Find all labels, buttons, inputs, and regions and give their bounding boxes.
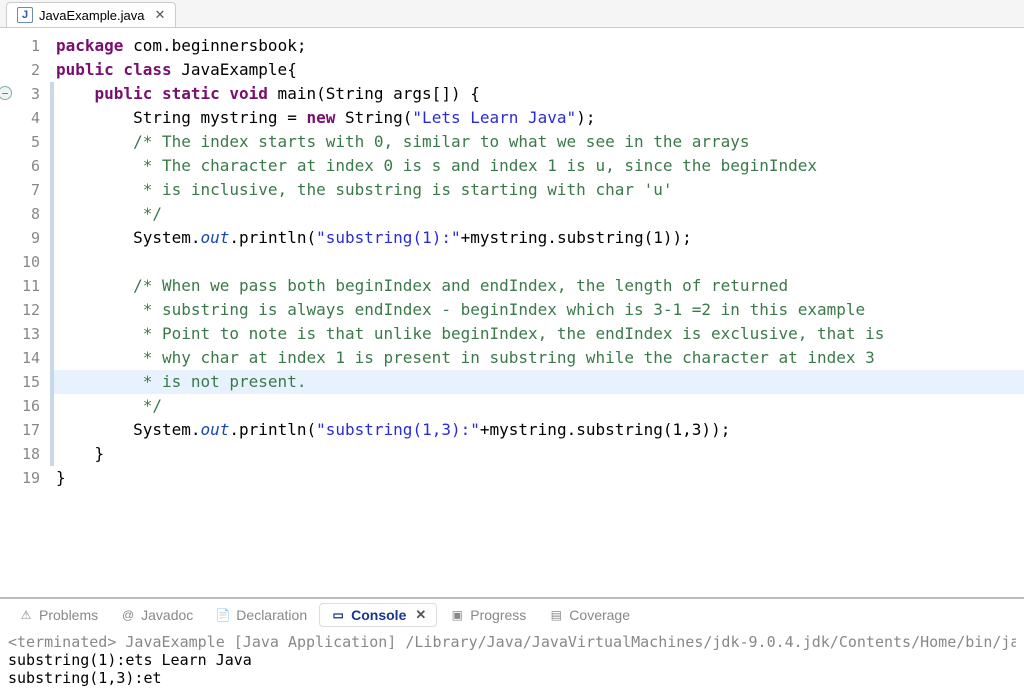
line-number: 2 bbox=[0, 58, 50, 82]
code-editor[interactable]: 123−45678910111213141516171819 package c… bbox=[0, 28, 1024, 597]
console-icon: ▭ bbox=[330, 607, 346, 623]
code-line[interactable]: } bbox=[50, 442, 1024, 466]
line-number: 10 bbox=[0, 250, 50, 274]
line-number: 13 bbox=[0, 322, 50, 346]
line-number: 15 bbox=[0, 370, 50, 394]
line-number: 16 bbox=[0, 394, 50, 418]
problems-icon: ⚠ bbox=[18, 607, 34, 623]
view-tab-console[interactable]: ▭ Console ✕ bbox=[319, 603, 437, 627]
line-number: 18 bbox=[0, 442, 50, 466]
code-line[interactable]: /* The index starts with 0, similar to w… bbox=[50, 130, 1024, 154]
line-number: 17 bbox=[0, 418, 50, 442]
code-line[interactable]: * substring is always endIndex - beginIn… bbox=[50, 298, 1024, 322]
code-line[interactable]: * is not present. bbox=[50, 370, 1024, 394]
console-output: substring(1):ets Learn Javasubstring(1,3… bbox=[8, 651, 1016, 687]
console-area: <terminated> JavaExample [Java Applicati… bbox=[0, 631, 1024, 695]
line-number: 12 bbox=[0, 298, 50, 322]
view-tab-progress[interactable]: ▣ Progress bbox=[439, 604, 536, 626]
line-number: 9 bbox=[0, 226, 50, 250]
line-number: 11 bbox=[0, 274, 50, 298]
view-tab-declaration[interactable]: 📄 Declaration bbox=[205, 604, 317, 626]
code-line[interactable]: */ bbox=[50, 394, 1024, 418]
code-line[interactable]: */ bbox=[50, 202, 1024, 226]
view-tab-label: Declaration bbox=[236, 607, 307, 623]
view-tab-label: Progress bbox=[470, 607, 526, 623]
code-line[interactable]: package com.beginnersbook; bbox=[50, 34, 1024, 58]
bottom-panel: ⚠ Problems @ Javadoc 📄 Declaration ▭ Console ✕ ▣ P… bbox=[0, 597, 1024, 695]
line-number: 5 bbox=[0, 130, 50, 154]
line-number: 3− bbox=[0, 82, 50, 106]
view-tab-coverage[interactable]: ▤ Coverage bbox=[538, 604, 640, 626]
view-tab-label: Console bbox=[351, 607, 406, 623]
code-line[interactable]: public static void main(String args[]) { bbox=[50, 82, 1024, 106]
line-number: 14 bbox=[0, 346, 50, 370]
view-tab-problems[interactable]: ⚠ Problems bbox=[8, 604, 108, 626]
line-number-gutter: 123−45678910111213141516171819 bbox=[0, 28, 50, 597]
view-tab-label: Javadoc bbox=[141, 607, 193, 623]
line-number: 1 bbox=[0, 34, 50, 58]
progress-icon: ▣ bbox=[449, 607, 465, 623]
code-line[interactable]: System.out.println("substring(1):"+mystr… bbox=[50, 226, 1024, 250]
close-icon[interactable]: ✕ bbox=[415, 607, 426, 623]
code-line[interactable]: * The character at index 0 is s and inde… bbox=[50, 154, 1024, 178]
line-number: 7 bbox=[0, 178, 50, 202]
change-marker bbox=[50, 82, 54, 466]
view-tab-javadoc[interactable]: @ Javadoc bbox=[110, 604, 203, 626]
code-line[interactable]: public class JavaExample{ bbox=[50, 58, 1024, 82]
console-line: substring(1):ets Learn Java bbox=[8, 651, 1016, 669]
editor-tab-bar: J JavaExample.java ✕ bbox=[0, 0, 1024, 28]
declaration-icon: 📄 bbox=[215, 607, 231, 623]
console-status: <terminated> JavaExample [Java Applicati… bbox=[8, 633, 1016, 651]
code-line[interactable]: String mystring = new String("Lets Learn… bbox=[50, 106, 1024, 130]
code-line[interactable]: * Point to note is that unlike beginInde… bbox=[50, 322, 1024, 346]
line-number: 8 bbox=[0, 202, 50, 226]
view-tab-label: Coverage bbox=[569, 607, 630, 623]
code-line[interactable]: System.out.println("substring(1,3):"+mys… bbox=[50, 418, 1024, 442]
line-number: 19 bbox=[0, 466, 50, 490]
java-file-icon: J bbox=[17, 7, 33, 23]
editor-tab-javaexample[interactable]: J JavaExample.java ✕ bbox=[6, 2, 176, 27]
line-number: 6 bbox=[0, 154, 50, 178]
editor-tab-label: JavaExample.java bbox=[39, 8, 145, 23]
close-icon[interactable]: ✕ bbox=[155, 7, 166, 23]
view-tab-label: Problems bbox=[39, 607, 98, 623]
code-line[interactable]: * why char at index 1 is present in subs… bbox=[50, 346, 1024, 370]
console-line: substring(1,3):et bbox=[8, 669, 1016, 687]
view-tabs: ⚠ Problems @ Javadoc 📄 Declaration ▭ Console ✕ ▣ P… bbox=[0, 599, 1024, 631]
line-number: 4 bbox=[0, 106, 50, 130]
code-content[interactable]: package com.beginnersbook;public class J… bbox=[50, 28, 1024, 597]
code-line[interactable]: * is inclusive, the substring is startin… bbox=[50, 178, 1024, 202]
code-line[interactable] bbox=[50, 250, 1024, 274]
javadoc-icon: @ bbox=[120, 607, 136, 623]
coverage-icon: ▤ bbox=[548, 607, 564, 623]
code-line[interactable]: /* When we pass both beginIndex and endI… bbox=[50, 274, 1024, 298]
code-line[interactable]: } bbox=[50, 466, 1024, 490]
fold-minus-icon[interactable]: − bbox=[0, 86, 12, 100]
